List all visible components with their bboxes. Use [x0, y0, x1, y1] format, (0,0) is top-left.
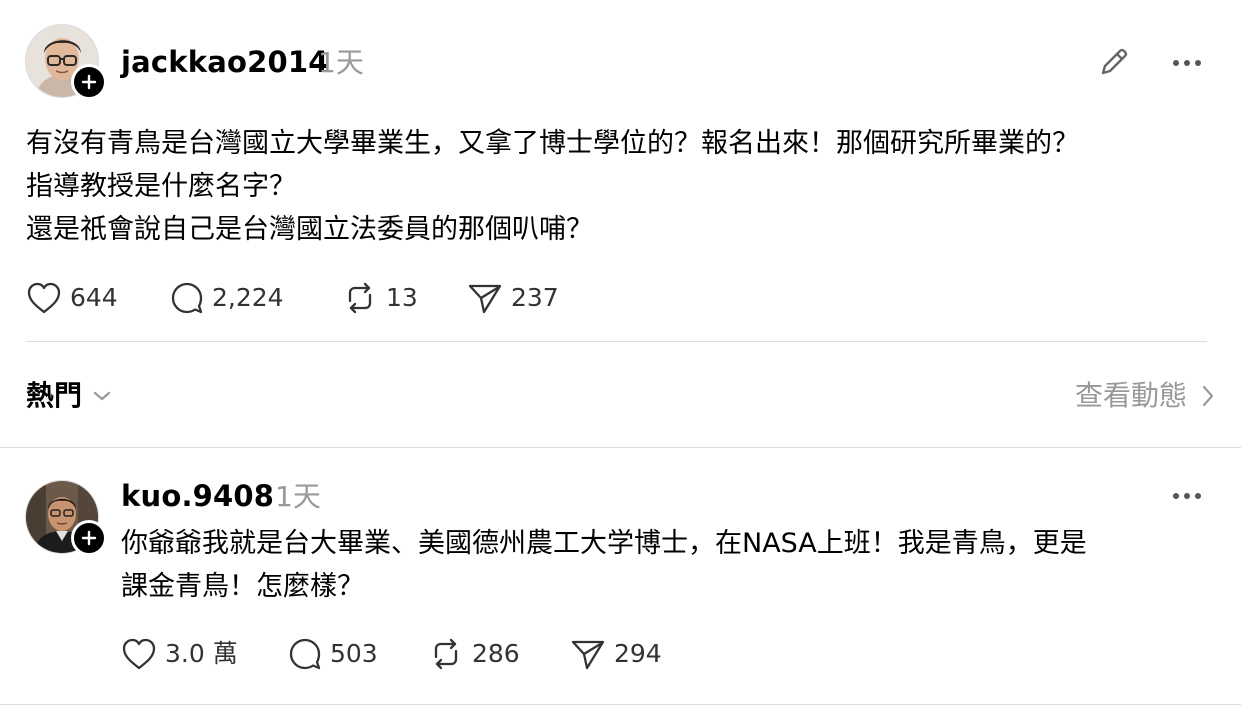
author-username[interactable]: jackkao2014 — [121, 44, 329, 80]
chevron-down-icon — [93, 391, 111, 401]
repost-button[interactable]: 13 — [342, 278, 418, 318]
reply-author-username[interactable]: kuo.9408 — [121, 478, 274, 514]
reply-button[interactable]: 2,224 — [170, 278, 284, 318]
reply-like-button[interactable]: 3.0 萬 — [121, 634, 238, 674]
post-body: 有沒有青鳥是台灣國立大學畢業生，又拿了博士學位的？報名出來！那個研究所畢業的？ … — [26, 122, 1079, 251]
post-text-line: 指導教授是什麼名字？ — [26, 171, 296, 202]
sort-dropdown[interactable]: 熱門 — [26, 376, 112, 416]
view-activity-link[interactable]: 查看動態 — [1075, 376, 1215, 416]
follow-plus-icon[interactable] — [71, 520, 107, 556]
comment-icon — [289, 638, 321, 670]
reply-more-options-button[interactable] — [1168, 477, 1206, 515]
reply-author-avatar[interactable] — [25, 480, 107, 556]
reply-text-line: 你爺爺我就是台大畢業、美國德州農工大学博士，在NASA上班！我是青鳥，更是 — [121, 528, 1087, 559]
reply-text-line: 課金青鳥！怎麼樣？ — [121, 571, 364, 602]
chevron-right-icon — [1202, 385, 1214, 407]
reply-reply-button[interactable]: 503 — [288, 634, 378, 674]
comment-icon — [171, 282, 203, 314]
like-button[interactable]: 644 — [26, 278, 118, 318]
share-count: 237 — [511, 283, 559, 312]
repost-count: 13 — [386, 283, 418, 312]
like-count: 3.0 萬 — [165, 639, 238, 668]
post-actions: 644 2,224 13 237 — [26, 278, 626, 318]
reply-body: 你爺爺我就是台大畢業、美國德州農工大学博士，在NASA上班！我是青鳥，更是 課金… — [121, 522, 1087, 608]
post-timestamp: 1天 — [318, 46, 364, 79]
like-count: 644 — [70, 283, 118, 312]
more-horizontal-icon — [1173, 493, 1201, 499]
divider — [0, 447, 1241, 448]
sort-label: 熱門 — [26, 379, 83, 412]
reply-count: 503 — [330, 639, 378, 668]
send-icon — [571, 640, 605, 670]
edit-button[interactable] — [1094, 42, 1134, 82]
reply-actions: 3.0 萬 503 286 294 — [121, 634, 681, 674]
repost-icon — [348, 282, 372, 314]
reply-timestamp: 1天 — [275, 480, 321, 513]
share-count: 294 — [614, 639, 662, 668]
heart-icon — [27, 282, 61, 314]
more-horizontal-icon — [1173, 60, 1201, 66]
follow-plus-icon[interactable] — [71, 64, 107, 100]
repost-count: 286 — [472, 639, 520, 668]
heart-icon — [122, 638, 156, 670]
reply-repost-button[interactable]: 286 — [428, 634, 520, 674]
divider — [0, 704, 1241, 705]
activity-label: 查看動態 — [1074, 379, 1187, 412]
post-text-line: 有沒有青鳥是台灣國立大學畢業生，又拿了博士學位的？報名出來！那個研究所畢業的？ — [26, 128, 1079, 159]
reply-count: 2,224 — [212, 283, 284, 312]
more-options-button[interactable] — [1168, 44, 1206, 82]
reply-share-button[interactable]: 294 — [570, 634, 662, 674]
send-icon — [468, 284, 502, 314]
post-text-line: 還是祇會說自己是台灣國立法委員的那個叭哺？ — [26, 214, 593, 245]
divider — [26, 341, 1207, 342]
share-button[interactable]: 237 — [467, 278, 559, 318]
pencil-icon — [1101, 48, 1128, 75]
repost-icon — [434, 638, 458, 670]
author-avatar[interactable] — [25, 24, 107, 100]
